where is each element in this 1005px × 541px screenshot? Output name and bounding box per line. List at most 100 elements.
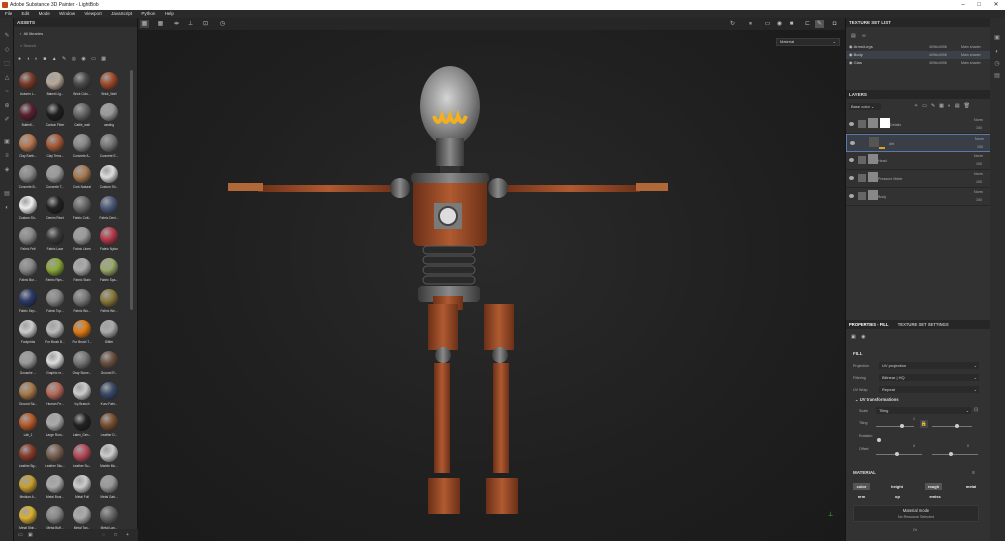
menu-window[interactable]: Window bbox=[59, 11, 75, 16]
tiling-slider-2[interactable] bbox=[932, 426, 972, 427]
filter-textures-icon[interactable]: ■ bbox=[43, 56, 46, 62]
folder-icon[interactable]: ▣ bbox=[28, 532, 33, 538]
uvwrap-select[interactable]: Repeat ⌄ bbox=[879, 386, 979, 393]
window-icon[interactable]: □ bbox=[114, 532, 117, 538]
display-icon[interactable]: ◐ bbox=[3, 204, 11, 212]
material-thumbnail[interactable]: Concrete E... bbox=[97, 132, 123, 162]
offset-slider-v-knob[interactable] bbox=[949, 452, 953, 456]
material-thumbnail[interactable]: Clay Earth... bbox=[16, 132, 42, 162]
material-thumbnail[interactable]: Lab_1 bbox=[16, 411, 42, 441]
material-thumbnail[interactable]: Large Rum... bbox=[43, 411, 69, 441]
material-thumbnail[interactable]: casting bbox=[97, 101, 123, 131]
material-thumbnail[interactable]: Fabric Deni... bbox=[97, 194, 123, 224]
material-thumbnail[interactable]: Clay Terra... bbox=[43, 132, 69, 162]
camera-icon[interactable]: ◉ bbox=[775, 20, 784, 28]
render-icon[interactable]: ⊏ bbox=[803, 20, 812, 28]
channel-rough-toggle[interactable]: rough bbox=[925, 483, 942, 490]
layer-row[interactable]: Details Norm 100 bbox=[846, 116, 991, 134]
material-thumbnail[interactable]: Custom Sh... bbox=[97, 163, 123, 193]
uv-transformations-toggle[interactable]: ⌄ UV transformations bbox=[855, 397, 899, 402]
material-thumbnail[interactable]: Fur Brush B... bbox=[43, 318, 69, 348]
tab-properties-fill[interactable]: PROPERTIES - FILL bbox=[846, 322, 889, 327]
eye-icon[interactable] bbox=[850, 141, 855, 145]
material-thumbnail[interactable]: Cattle_wall bbox=[70, 101, 96, 131]
material-thumbnail[interactable]: Gray Stone... bbox=[70, 349, 96, 379]
channel-color-toggle[interactable]: color bbox=[853, 483, 870, 490]
projection-icon[interactable]: ⬚ bbox=[3, 60, 11, 68]
view-2d-icon[interactable]: ▭ bbox=[763, 20, 772, 28]
texture-set-shader[interactable]: Main shader bbox=[961, 51, 981, 59]
material-thumbnail[interactable]: Fabric Cott... bbox=[70, 194, 96, 224]
material-thumbnail[interactable]: Medium A... bbox=[16, 473, 42, 503]
video-icon[interactable]: ■ bbox=[787, 20, 796, 28]
grid-view-icon[interactable]: ▦ bbox=[101, 56, 106, 62]
texture-set-row[interactable]: ◉ Glas 4096x4096 Main shader bbox=[846, 59, 991, 67]
layer-row[interactable]: Pressure Meter Norm 100 bbox=[846, 170, 991, 188]
minimize-icon[interactable]: – bbox=[955, 0, 971, 10]
layer-row[interactable]: Body Norm 100 bbox=[846, 188, 991, 206]
layer-blend[interactable]: Norm bbox=[975, 137, 984, 141]
scale-select[interactable]: Tiling ⌄ bbox=[876, 407, 971, 414]
material-thumbnail[interactable]: Autumn L... bbox=[16, 70, 42, 100]
refresh-icon[interactable]: ◌ bbox=[102, 532, 105, 538]
offset-slider-u[interactable] bbox=[876, 454, 922, 455]
material-thumbnail[interactable]: Concrete A... bbox=[70, 132, 96, 162]
material-thumbnail[interactable]: Fabric Wo... bbox=[70, 287, 96, 317]
material-thumbnail[interactable]: Footprints bbox=[16, 318, 42, 348]
texture-set-row[interactable]: ◉ Arms/Legs 4096x4096 Main shader bbox=[846, 43, 991, 51]
projection-select[interactable]: UV projection ⌄ bbox=[879, 362, 979, 369]
layer-opacity[interactable]: 100 bbox=[976, 162, 982, 166]
grid-toggle-icon[interactable]: ▦ bbox=[140, 20, 149, 28]
material-thumbnail[interactable]: Custom Sh... bbox=[16, 194, 42, 224]
filter-particles-icon[interactable]: ▭ bbox=[91, 56, 96, 62]
material-thumbnail[interactable]: Fabric Bur... bbox=[16, 256, 42, 286]
eye-icon[interactable]: ◉ bbox=[849, 44, 853, 49]
material-thumbnail[interactable]: Latex_Gen... bbox=[70, 411, 96, 441]
filter-brushes-icon[interactable]: ▲ bbox=[52, 56, 57, 62]
paint-mode-icon[interactable]: ✎ bbox=[815, 20, 824, 28]
filter-masks-icon[interactable]: ◐ bbox=[35, 56, 38, 62]
material-thumbnail[interactable]: Marble Mo... bbox=[97, 442, 123, 472]
texture-set-shader[interactable]: Main shader bbox=[961, 59, 981, 67]
channel-metal-toggle[interactable]: metal bbox=[961, 483, 981, 490]
texture-set-shader[interactable]: Main shader bbox=[961, 43, 981, 51]
fill-layer-icon[interactable]: ▦ bbox=[939, 103, 948, 109]
material-thumbnail[interactable]: Fabric Stain bbox=[70, 256, 96, 286]
link-icon[interactable]: ⊡ bbox=[974, 407, 978, 413]
material-thumbnail[interactable]: Fabric Sep... bbox=[16, 287, 42, 317]
pause-icon[interactable]: ⏸ bbox=[746, 20, 755, 28]
chain-icon[interactable]: ∞ bbox=[862, 33, 866, 39]
eye-icon[interactable] bbox=[849, 176, 854, 180]
material-thumbnail[interactable]: Denim Rivet bbox=[43, 194, 69, 224]
material-thumbnail[interactable]: Leather Su... bbox=[70, 442, 96, 472]
menu-javascript[interactable]: JavaScript bbox=[111, 11, 132, 16]
timer-icon[interactable]: ◷ bbox=[218, 20, 227, 28]
mask-icon[interactable]: ▭ bbox=[922, 103, 931, 109]
material-thumbnail[interactable]: Fabric Linen bbox=[70, 225, 96, 255]
layer-opacity[interactable]: 100 bbox=[976, 198, 982, 202]
effect-icon[interactable]: ✧ bbox=[914, 103, 922, 109]
tiling-value[interactable]: 1 bbox=[913, 417, 915, 421]
layer-opacity[interactable]: 100 bbox=[976, 126, 982, 130]
folder-add-icon[interactable]: ▤ bbox=[955, 103, 964, 109]
assets-scrollbar[interactable] bbox=[130, 70, 133, 310]
channel-nrm-toggle[interactable]: nrm bbox=[853, 493, 870, 500]
material-thumbnail[interactable]: Brick Colo... bbox=[70, 70, 96, 100]
close-icon[interactable]: ✕ bbox=[988, 0, 1004, 10]
material-thumbnail[interactable]: Leather Bg... bbox=[16, 442, 42, 472]
filter-smart-materials-icon[interactable]: ◑ bbox=[26, 56, 29, 62]
search-input[interactable]: ⌕ Search bbox=[20, 43, 120, 50]
material-thumbnail[interactable]: Fabric Rips... bbox=[43, 256, 69, 286]
layer-opacity[interactable]: 100 bbox=[976, 180, 982, 184]
shelf-icon[interactable]: ▤ bbox=[3, 190, 11, 198]
layer-blend[interactable]: Norm bbox=[974, 118, 983, 122]
screenshot-icon[interactable]: ◘ bbox=[830, 20, 839, 28]
material-thumbnail[interactable]: Ground Sa... bbox=[16, 380, 42, 410]
material-thumbnail[interactable]: Metal Foil bbox=[70, 473, 96, 503]
smudge-icon[interactable]: ~ bbox=[3, 88, 11, 96]
menu-mode[interactable]: Mode bbox=[39, 11, 50, 16]
geometry-icon[interactable]: ◈ bbox=[3, 166, 11, 174]
eye-icon[interactable] bbox=[849, 194, 854, 198]
channel-select[interactable]: Base color ⌄ bbox=[849, 103, 881, 110]
paint-brush-icon[interactable]: ✎ bbox=[3, 32, 11, 40]
